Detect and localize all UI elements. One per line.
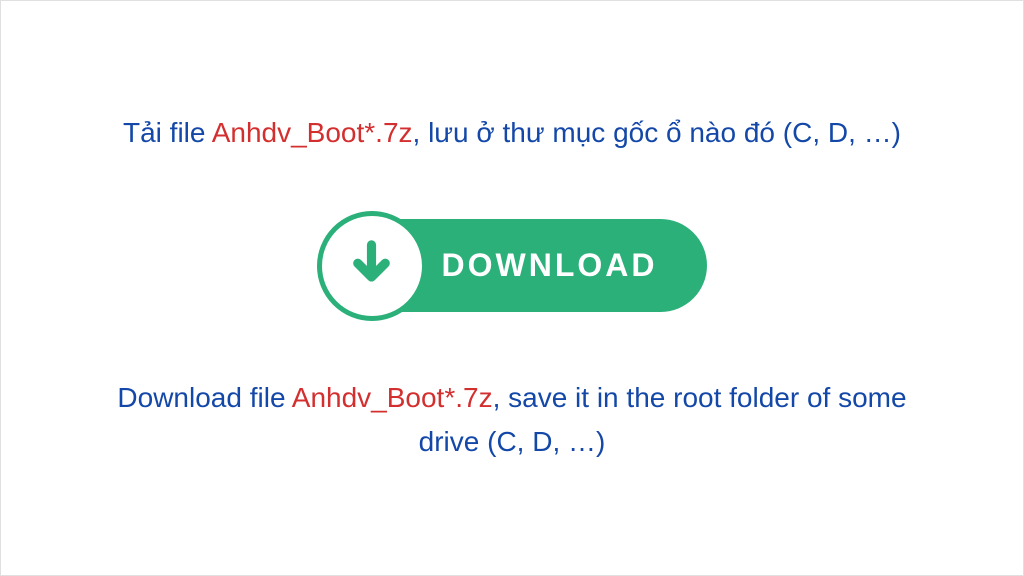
instruction-english: Download file Anhdv_Boot*.7z, save it in… <box>112 376 912 466</box>
instruction-vi-suffix: , lưu ở thư mục gốc ổ nào đó (C, D, …) <box>413 117 901 148</box>
download-button[interactable]: DOWNLOAD <box>317 211 708 321</box>
instruction-vietnamese: Tải file Anhdv_Boot*.7z, lưu ở thư mục g… <box>123 111 901 156</box>
instruction-vi-filename: Anhdv_Boot*.7z <box>212 117 413 148</box>
instruction-en-filename: Anhdv_Boot*.7z <box>292 382 493 413</box>
download-icon-circle <box>317 211 427 321</box>
download-arrow-icon <box>344 238 399 293</box>
instruction-vi-prefix: Tải file <box>123 117 212 148</box>
instruction-en-suffix: , save it in the root folder of some dri… <box>419 382 907 458</box>
instruction-en-prefix: Download file <box>117 382 291 413</box>
